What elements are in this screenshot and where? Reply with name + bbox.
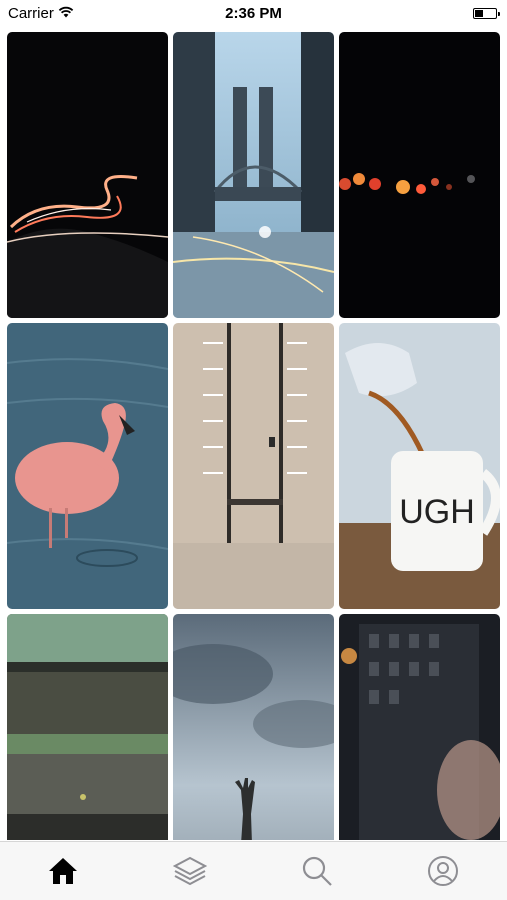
photo-portrait[interactable] <box>339 614 500 840</box>
tab-home[interactable] <box>46 856 80 890</box>
photo-light-trails[interactable] <box>7 32 168 318</box>
status-bar: Carrier 2:36 PM <box>0 0 507 28</box>
mug-text: UGH <box>399 493 475 531</box>
photo-coffee-mug[interactable]: UGH <box>339 323 500 609</box>
photo-car-puddle[interactable] <box>7 614 168 840</box>
battery-level <box>475 10 483 17</box>
tab-profile[interactable] <box>426 855 460 892</box>
photo-bridge[interactable] <box>173 32 334 318</box>
layers-icon <box>172 856 208 891</box>
tab-layers[interactable] <box>172 856 208 891</box>
photo-flamingo[interactable] <box>7 323 168 609</box>
photo-parking-lot[interactable] <box>173 323 334 609</box>
status-time: 2:36 PM <box>225 5 282 22</box>
profile-icon <box>427 855 459 892</box>
photo-grid: UGH <box>7 32 501 840</box>
photo-bokeh[interactable] <box>339 32 500 318</box>
battery-icon <box>473 8 500 19</box>
search-icon <box>301 855 333 892</box>
tab-search[interactable] <box>300 856 334 890</box>
photo-hand-sea[interactable] <box>173 614 334 840</box>
tab-bar <box>0 841 507 900</box>
home-icon <box>47 855 79 892</box>
